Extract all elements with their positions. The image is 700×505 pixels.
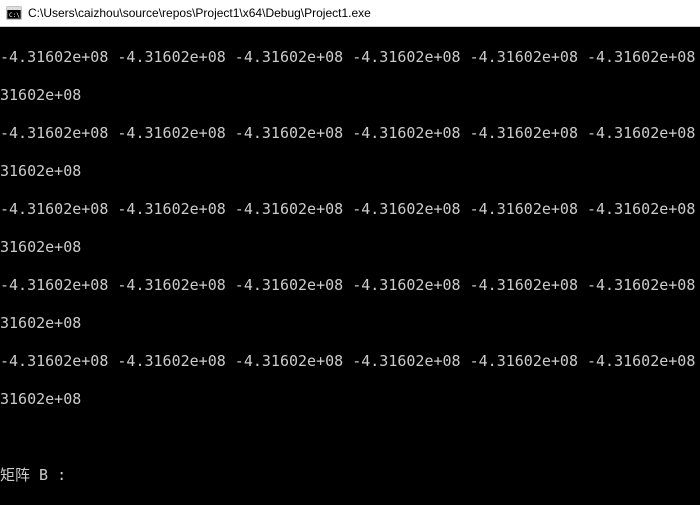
matrix-a-row: -4.31602e+08 -4.31602e+08 -4.31602e+08 -… [0,200,700,219]
console-output[interactable]: -4.31602e+08 -4.31602e+08 -4.31602e+08 -… [0,27,700,505]
matrix-a-row: -4.31602e+08 -4.31602e+08 -4.31602e+08 -… [0,124,700,143]
matrix-a-row: -4.31602e+08 -4.31602e+08 -4.31602e+08 -… [0,276,700,295]
matrix-a-row: 31602e+08 [0,314,700,333]
matrix-a-row: 31602e+08 [0,238,700,257]
matrix-a-row: -4.31602e+08 -4.31602e+08 -4.31602e+08 -… [0,352,700,371]
matrix-a-row: 31602e+08 [0,390,700,409]
svg-text:C:\: C:\ [9,12,20,19]
matrix-a-row: -4.31602e+08 -4.31602e+08 -4.31602e+08 -… [0,48,700,67]
window-title: C:\Users\caizhou\source\repos\Project1\x… [28,6,371,20]
matrix-b-header: 矩阵 B : [0,466,700,485]
blank-line [0,428,700,447]
matrix-a-row: 31602e+08 [0,86,700,105]
window-titlebar[interactable]: C:\ C:\Users\caizhou\source\repos\Projec… [0,0,700,27]
matrix-a-row: 31602e+08 [0,162,700,181]
app-icon: C:\ [6,5,22,21]
